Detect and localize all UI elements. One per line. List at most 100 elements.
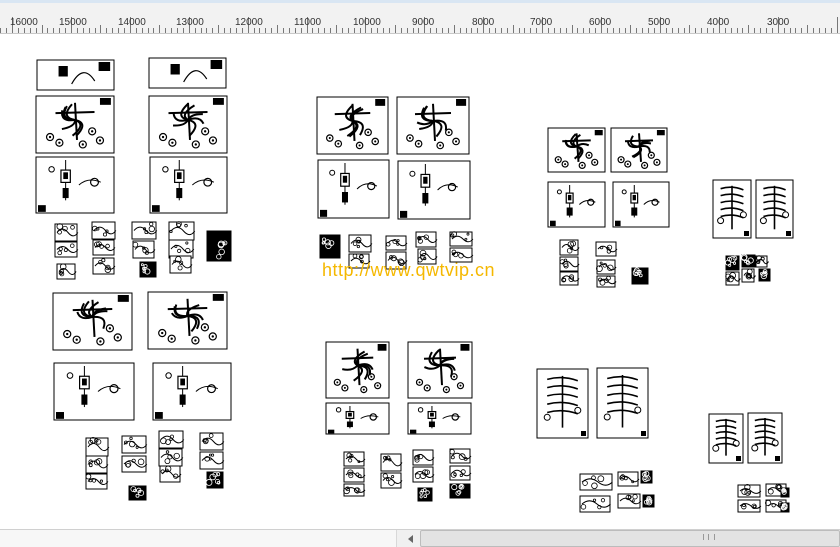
ruler-tick [571, 25, 573, 33]
lantern-tassel [346, 421, 353, 428]
lantern-tassel [176, 188, 183, 199]
ruler-tick [436, 28, 438, 33]
ruler-tick [630, 25, 632, 33]
ruler-tick [701, 28, 703, 33]
ruler-tick [200, 28, 202, 33]
corner-ornament [736, 456, 741, 461]
corner-ornament [38, 205, 46, 212]
ruler-label: 14000 [118, 17, 146, 28]
ruler-tick [577, 28, 579, 33]
lantern-pattern [567, 194, 572, 201]
ruler-tick [430, 28, 432, 33]
ruler-tick [648, 28, 650, 33]
flower-center [374, 140, 377, 143]
ruler-tick [118, 28, 119, 33]
lantern-pattern [423, 176, 428, 184]
ruler-tick [495, 28, 496, 33]
ruler-tick [642, 28, 644, 33]
flower-center [358, 144, 361, 147]
horizontal-ruler[interactable]: 16000 15000 14000 13000 12000 11000 1000… [0, 0, 840, 34]
ruler-tick [106, 28, 108, 33]
ruler-tick [59, 28, 61, 33]
ruler-tick [300, 28, 302, 33]
lantern-tassel [341, 192, 348, 203]
panel-frame [152, 362, 232, 421]
ruler-tick [612, 28, 614, 33]
ruler-tick [524, 28, 526, 33]
ruler-tick [389, 28, 390, 33]
ruler-tick [418, 28, 420, 33]
scrollbar-thumb[interactable] [420, 530, 840, 547]
flower-center [203, 130, 207, 133]
ruler-tick [453, 25, 455, 33]
ruler-tick [824, 28, 826, 33]
corner-ornament [786, 231, 791, 236]
ruler-tick [94, 28, 96, 33]
ruler-tick [518, 28, 520, 33]
detail-tile [131, 221, 157, 240]
flower-center [564, 163, 567, 166]
ruler-label: 11000 [294, 17, 322, 28]
flower-center [362, 388, 365, 391]
ruler-tick [742, 28, 744, 33]
flower-center [99, 340, 102, 343]
ruler-tick [171, 28, 172, 33]
corner-ornament [99, 98, 111, 105]
drawing-canvas[interactable]: http://www.qwtvip.cn [0, 34, 840, 529]
ruler-tick [359, 28, 361, 33]
scroll-left-button[interactable] [402, 530, 418, 547]
ruler-tick [606, 28, 608, 33]
ruler-tick [442, 28, 443, 33]
ruler-tick [512, 25, 514, 33]
ruler-tick [671, 28, 673, 33]
horizontal-scrollbar[interactable] [0, 529, 840, 547]
ruler-tick [29, 28, 31, 33]
flower-center [161, 331, 164, 335]
ruler-label: 3000 [767, 17, 790, 28]
flower-center [211, 335, 214, 338]
scrollbar-track-left[interactable] [0, 530, 397, 547]
ruler-tick [312, 28, 314, 33]
ruler-tick [206, 28, 208, 33]
ruler-tick [147, 28, 149, 33]
lantern-pattern [348, 412, 352, 417]
corner-ornament [377, 344, 387, 351]
ruler-tick [335, 25, 337, 33]
corner-ornament [615, 220, 621, 227]
corner-ornament [98, 62, 111, 71]
ruler-tick [135, 28, 137, 33]
lantern-tassel [631, 207, 638, 216]
ruler-tick [141, 28, 143, 33]
ruler-tick [654, 28, 655, 33]
grip-icon [703, 534, 715, 540]
ruler-tick [836, 17, 838, 33]
flower-center [376, 384, 379, 387]
ruler-tick [624, 28, 626, 33]
flower-center [194, 339, 197, 342]
ruler-tick [830, 28, 832, 33]
lantern-tassel [422, 193, 429, 204]
flower-center [581, 164, 584, 167]
ruler-tick [383, 28, 385, 33]
ruler-tick [736, 28, 738, 33]
cad-drawing[interactable] [0, 34, 840, 529]
detail-tile [449, 465, 471, 481]
corner-ornament [375, 99, 386, 106]
ruler-tick [371, 28, 373, 33]
ruler-tick [218, 25, 220, 33]
corner-ornament [155, 412, 163, 419]
ruler-tick [259, 28, 261, 33]
ruler-tick [783, 28, 785, 33]
ruler-tick [465, 28, 467, 33]
ruler-tick [6, 28, 8, 33]
flower-center [337, 142, 340, 145]
ruler-tick [565, 28, 567, 33]
corner-ornament [581, 431, 586, 436]
ruler-tick [500, 28, 502, 33]
lantern-tassel [566, 207, 573, 216]
flower-center [447, 131, 450, 134]
ruler-tick [330, 28, 332, 33]
ruler-tick [801, 28, 803, 33]
ruler-tick [548, 28, 549, 33]
ruler-tick [760, 28, 761, 33]
